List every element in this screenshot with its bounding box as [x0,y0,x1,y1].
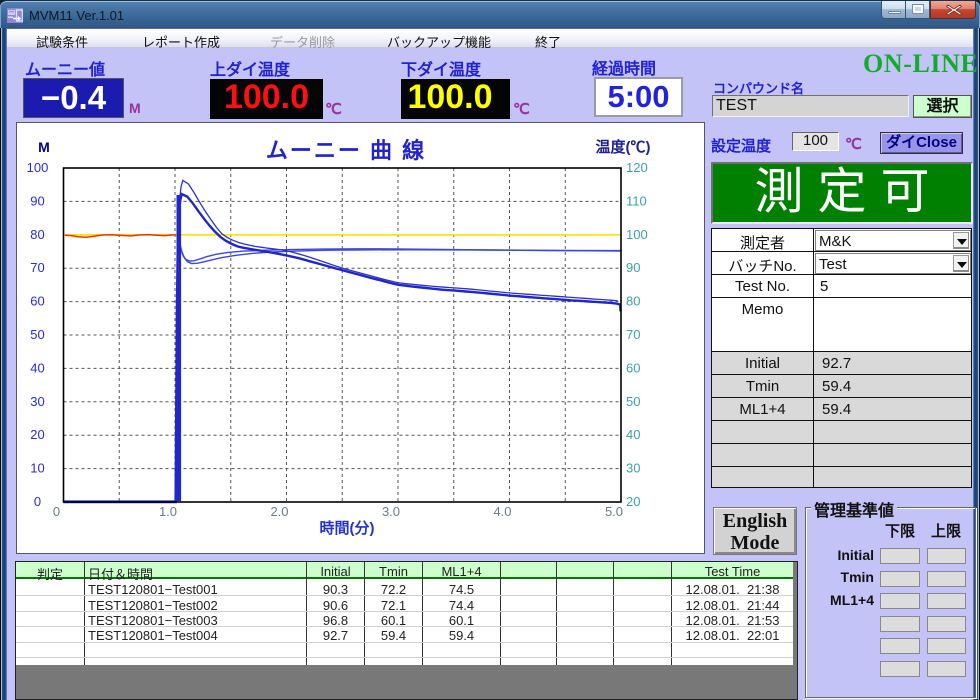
svg-text:10: 10 [30,461,44,476]
svg-text:20: 20 [626,494,640,509]
svg-text:M: M [38,139,50,155]
svg-text:4.0: 4.0 [493,504,511,519]
svg-text:時間(分): 時間(分) [320,519,375,537]
svg-text:40: 40 [30,360,44,375]
svg-text:40: 40 [626,427,640,442]
svg-text:100: 100 [626,227,648,242]
svg-text:110: 110 [626,193,647,208]
svg-text:50: 50 [30,327,44,342]
svg-text:70: 70 [626,327,640,342]
svg-text:1.0: 1.0 [159,504,177,519]
svg-text:80: 80 [30,227,44,242]
svg-text:100: 100 [27,160,49,175]
svg-text:90: 90 [626,260,640,275]
svg-text:2.0: 2.0 [270,504,288,519]
svg-text:60: 60 [30,294,44,309]
svg-text:70: 70 [30,260,44,275]
svg-text:20: 20 [30,427,44,442]
svg-text:30: 30 [626,461,640,476]
svg-text:90: 90 [30,193,44,208]
svg-text:0: 0 [34,494,41,509]
svg-text:温度(℃): 温度(℃) [596,138,651,156]
svg-text:60: 60 [626,360,640,375]
svg-text:0: 0 [53,504,60,519]
svg-text:80: 80 [626,294,640,309]
svg-text:5.0: 5.0 [605,504,623,519]
svg-text:30: 30 [30,394,44,409]
svg-text:ムーニー 曲 線: ムーニー 曲 線 [266,138,426,163]
svg-text:120: 120 [626,160,648,175]
svg-text:3.0: 3.0 [382,504,400,519]
svg-text:50: 50 [626,394,640,409]
